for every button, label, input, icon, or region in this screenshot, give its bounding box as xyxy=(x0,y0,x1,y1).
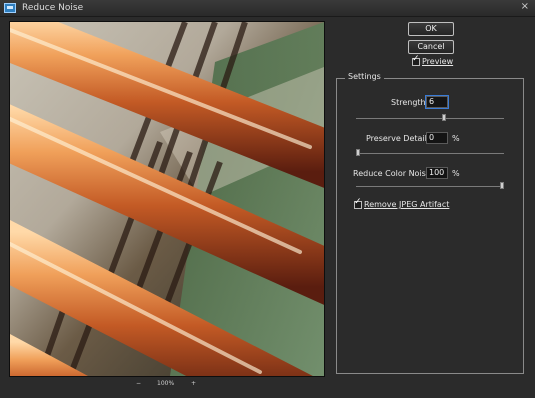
zoom-in-button[interactable]: + xyxy=(191,380,196,387)
preserve-details-slider-thumb[interactable] xyxy=(356,149,360,156)
zoom-controls: − 100% + xyxy=(136,378,196,390)
strength-label: Strength: xyxy=(391,98,429,107)
cancel-button[interactable]: Cancel xyxy=(408,40,454,54)
preserve-details-unit: % xyxy=(452,134,460,143)
strength-slider-track[interactable] xyxy=(356,118,504,119)
reduce-color-noise-slider-thumb[interactable] xyxy=(500,182,504,189)
preserve-details-label: Preserve Details: xyxy=(366,134,434,143)
zoom-level: 100% xyxy=(157,380,175,387)
preserve-details-slider-track[interactable] xyxy=(356,153,504,154)
reduce-color-noise-slider-track[interactable] xyxy=(356,186,504,187)
preview-photo xyxy=(10,22,324,376)
settings-group xyxy=(336,78,524,374)
reduce-color-noise-unit: % xyxy=(452,169,460,178)
remove-jpeg-artifact-label[interactable]: Remove JPEG Artifact xyxy=(364,200,449,210)
app-icon xyxy=(4,3,16,13)
close-icon[interactable]: × xyxy=(521,0,529,14)
preview-checkbox-label[interactable]: Preview xyxy=(422,57,453,67)
preview-image-panel[interactable] xyxy=(9,21,325,377)
preview-checkbox[interactable] xyxy=(412,54,420,66)
zoom-out-button[interactable]: − xyxy=(136,380,141,387)
strength-slider-thumb[interactable] xyxy=(442,114,447,121)
strength-input[interactable]: 6 xyxy=(425,95,449,109)
title-bar: Reduce Noise × xyxy=(0,0,535,17)
settings-title: Settings xyxy=(345,72,384,82)
preserve-details-input[interactable]: 0 xyxy=(426,132,448,144)
ok-button[interactable]: OK xyxy=(408,22,454,36)
reduce-color-noise-input[interactable]: 100 xyxy=(426,167,448,179)
remove-jpeg-artifact-checkbox[interactable] xyxy=(354,197,362,209)
window-title: Reduce Noise xyxy=(22,3,84,13)
reduce-color-noise-label: Reduce Color Noise: xyxy=(353,169,434,178)
